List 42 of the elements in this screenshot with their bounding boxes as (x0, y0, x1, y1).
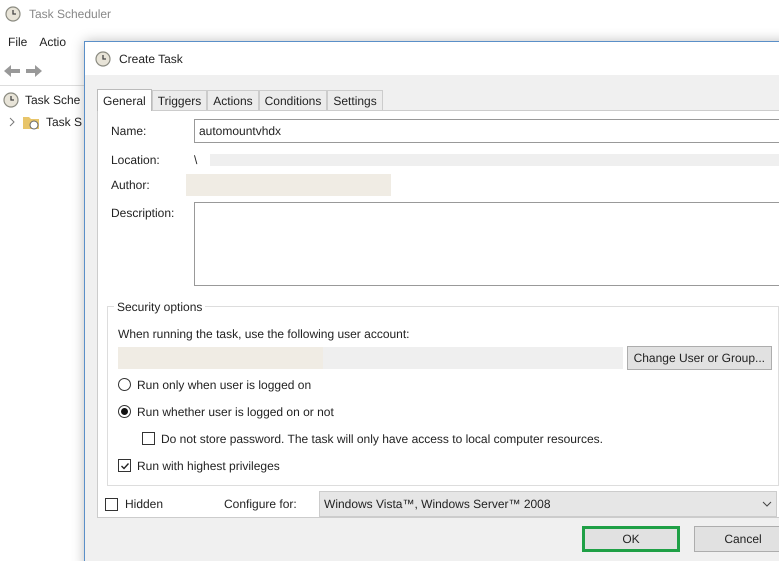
window-title: Task Scheduler (29, 6, 112, 23)
field-label: Configure for: (224, 496, 298, 514)
option-label: Do not store password. The task will only have access to local computer resources. (161, 430, 603, 448)
cancel-button[interactable]: Cancel (694, 526, 779, 552)
option-label: Run only when user is logged on (137, 376, 312, 394)
tab[interactable]: Actions (207, 90, 259, 110)
account-field[interactable] (118, 346, 623, 369)
tab[interactable]: General (97, 89, 152, 111)
field-label: Description: (111, 204, 176, 222)
tab[interactable]: Triggers (152, 90, 208, 110)
menu-item[interactable]: File (8, 33, 28, 51)
tree-item[interactable]: Task Sche (25, 91, 80, 109)
name-field[interactable]: automountvhdx (194, 119, 779, 143)
clock-icon (3, 92, 19, 108)
ok-button[interactable]: OK (582, 526, 680, 552)
menu-item[interactable]: Actio (39, 33, 66, 51)
account-label: When running the task, use the following user account: (118, 326, 411, 343)
radio-button[interactable] (118, 378, 131, 392)
location-value: \ (194, 152, 198, 169)
field-label: Location: (111, 152, 161, 169)
configure-dropdown[interactable]: Windows Vista™, Windows Server™ 2008 (319, 491, 777, 518)
change-user-button[interactable]: Change User or Group... (626, 346, 772, 370)
back-arrow-icon[interactable] (3, 64, 21, 78)
tab[interactable]: Conditions (258, 90, 328, 110)
clock-icon (95, 50, 111, 66)
tree-item[interactable]: Task S (46, 113, 82, 131)
checkbox[interactable] (105, 498, 118, 511)
tab[interactable]: Settings (327, 90, 383, 110)
radio-button[interactable] (118, 405, 131, 418)
folder-icon (22, 114, 40, 130)
chevron-icon[interactable] (8, 117, 16, 127)
option-label: Hidden (125, 496, 164, 514)
dialog-title: Create Task (119, 50, 183, 68)
field-label: Name: (111, 123, 148, 140)
checkbox[interactable] (118, 459, 131, 472)
option-label: Run whether user is logged on or not (137, 404, 334, 421)
option-label: Run with highest privileges (137, 458, 280, 475)
checkbox[interactable] (142, 432, 155, 446)
clock-icon (5, 6, 21, 22)
field-label: Author: (111, 176, 151, 194)
description-field[interactable] (194, 202, 779, 286)
forward-arrow-icon[interactable] (25, 64, 43, 78)
